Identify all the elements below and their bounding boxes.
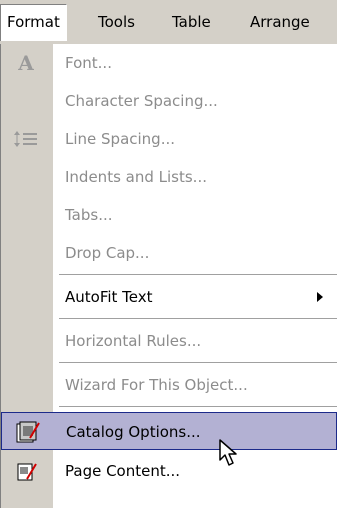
page-content-icon <box>11 457 41 485</box>
menu-separator <box>59 362 337 363</box>
menu-item-line-spacing-label: Line Spacing... <box>65 130 176 148</box>
menu-item-page-content-label: Page Content... <box>65 462 181 480</box>
menu-item-tabs[interactable]: Tabs... <box>1 196 337 234</box>
menu-item-wizard-for-this-object[interactable]: Wizard For This Object... <box>1 366 337 404</box>
menu-tools-label: Tools <box>98 13 135 31</box>
menu-item-indents-and-lists-label: Indents and Lists... <box>65 168 207 186</box>
menu-item-autofit-text[interactable]: AutoFit Text <box>1 278 337 316</box>
menu-bar: Format Tools Table Arrange <box>0 0 337 44</box>
menu-item-horizontal-rules[interactable]: Horizontal Rules... <box>1 322 337 360</box>
menu-item-drop-cap-label: Drop Cap... <box>65 244 150 262</box>
mouse-pointer-icon <box>218 438 242 472</box>
menu-item-indents-and-lists[interactable]: Indents and Lists... <box>1 158 337 196</box>
catalog-options-icon <box>12 418 42 446</box>
menu-item-font-label: Font... <box>65 54 112 72</box>
line-spacing-icon <box>11 125 41 153</box>
font-icon: A <box>18 51 34 75</box>
menu-item-drop-cap[interactable]: Drop Cap... <box>1 234 337 272</box>
menu-item-wizard-for-this-object-label: Wizard For This Object... <box>65 376 248 394</box>
menu-separator <box>59 318 337 319</box>
menu-item-line-spacing[interactable]: Line Spacing... <box>1 120 337 158</box>
menu-item-autofit-text-label: AutoFit Text <box>65 288 153 306</box>
menu-separator <box>59 406 337 407</box>
menu-item-page-content[interactable]: Page Content... <box>1 452 337 490</box>
menu-item-font[interactable]: A Font... <box>1 44 337 82</box>
menu-item-horizontal-rules-label: Horizontal Rules... <box>65 332 202 350</box>
menu-table-label: Table <box>172 13 211 31</box>
menu-table[interactable]: Table <box>166 8 217 36</box>
menu-format[interactable]: Format <box>0 4 67 41</box>
menu-arrange[interactable]: Arrange <box>244 8 316 36</box>
menu-item-catalog-options[interactable]: Catalog Options... <box>1 412 337 450</box>
menu-item-tabs-label: Tabs... <box>65 206 113 224</box>
menu-item-catalog-options-label: Catalog Options... <box>66 423 201 441</box>
menu-arrange-label: Arrange <box>250 13 310 31</box>
submenu-arrow-icon <box>317 292 323 302</box>
menu-item-character-spacing-label: Character Spacing... <box>65 92 218 110</box>
menu-tools[interactable]: Tools <box>92 8 141 36</box>
menu-item-character-spacing[interactable]: Character Spacing... <box>1 82 337 120</box>
format-dropdown: A Font... Character Spacing... Line Spac… <box>0 44 337 508</box>
menu-format-label: Format <box>7 13 60 31</box>
menu-separator <box>59 274 337 275</box>
